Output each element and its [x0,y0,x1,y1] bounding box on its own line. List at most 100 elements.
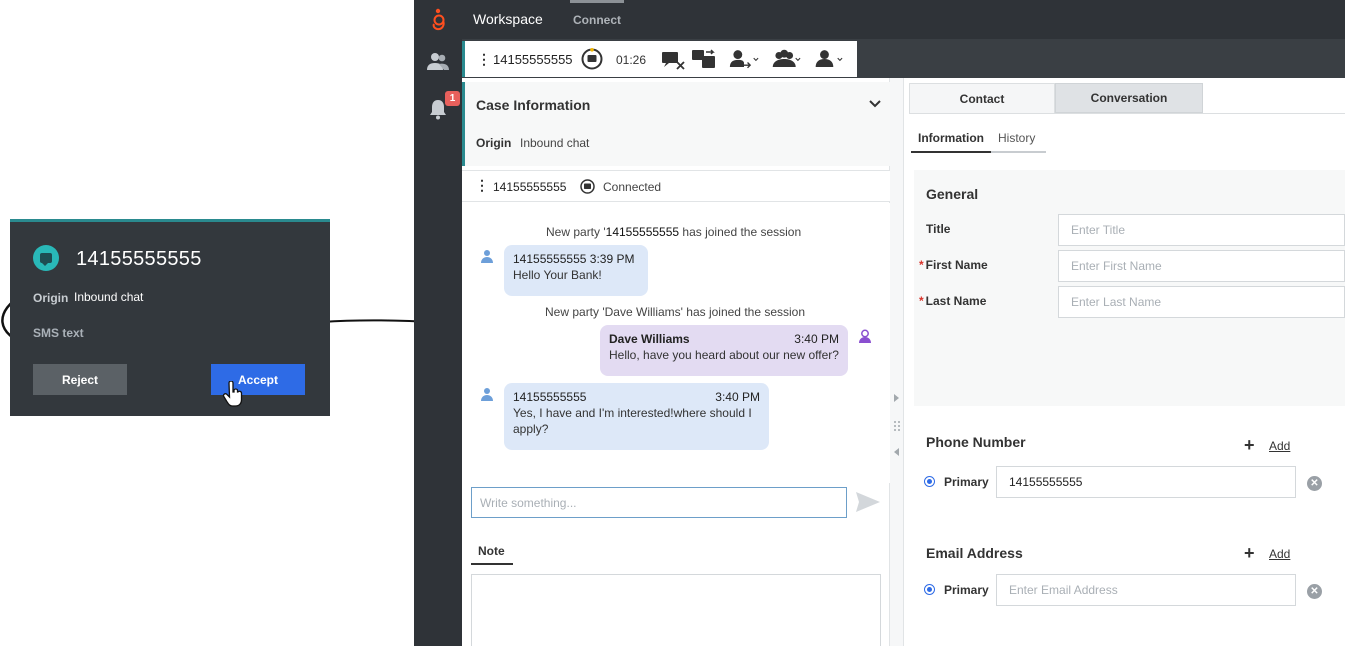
required-marker: * [919,294,924,308]
message-text: Yes, I have and I'm interested!where sho… [513,406,752,436]
phone-number-title: Phone Number [926,434,1026,450]
chat-transcript: New party '14155555555 has joined the se… [462,203,890,483]
message-time: 3:39 PM [589,252,635,266]
first-name-label-text: First Name [925,258,988,272]
subtab-history[interactable]: History [991,131,1046,153]
interaction-toolbar: ⋮ 14155555555 01:26 [462,39,1345,78]
expand-left-icon[interactable] [893,448,900,456]
chat-message-customer: 14155555555 3:39 PM Hello Your Bank! [504,245,648,296]
message-input[interactable] [472,488,846,517]
email-primary-radio[interactable] [924,584,935,595]
add-email-plus-icon[interactable]: + [1244,543,1255,564]
phone-primary-label: Primary [944,475,989,489]
email-primary-label: Primary [944,583,989,597]
first-name-label: * First Name [919,258,988,272]
contact-panel: Contact Conversation Information History… [904,78,1345,646]
message-sender: 14155555555 [513,252,587,266]
last-name-field[interactable]: Enter Last Name [1058,286,1345,318]
message-time: 3:40 PM [794,332,839,346]
general-title: General [926,186,979,202]
drag-handle-icon[interactable] [893,420,901,432]
tab-conversation[interactable]: Conversation [1055,83,1203,113]
toast-origin-value: Inbound chat [74,290,144,304]
party-phone-number: 14155555555 [493,180,567,194]
title-label: Title [926,222,951,236]
subtab-information[interactable]: Information [911,131,991,153]
toast-phone-number: 14155555555 [76,248,202,270]
send-icon[interactable] [855,491,881,513]
last-name-label-text: Last Name [925,294,987,308]
message-text: Hello Your Bank! [513,268,602,282]
last-name-label: * Last Name [919,294,986,308]
transfer-chat-icon[interactable] [689,46,719,72]
phone-field[interactable]: 14155555555 [996,466,1296,498]
message-sender: 14155555555 [513,390,587,404]
case-information-title: Case Information [476,97,591,113]
note-textarea[interactable] [471,574,881,646]
incoming-interaction-toast: 14155555555 Origin Inbound chat SMS text… [10,219,330,416]
top-bar: Workspace Connect [414,0,1345,39]
message-text: Hello, have you heard about our new offe… [609,348,839,362]
chat-message-agent: Dave Williams 3:40 PM Hello, have you hea… [600,325,848,376]
workspace-app: Workspace Connect 1 ⋮ 14155555555 01:26 … [414,0,1345,646]
chat-connected-icon [580,179,595,194]
party-row: ⋮ 14155555555 Connected [462,170,890,202]
general-section: General Title Enter Title * First Name En… [914,170,1345,406]
toast-channel-label: SMS text [33,326,84,340]
email-field[interactable]: Enter Email Address [996,574,1296,606]
chevron-down-icon[interactable] [869,100,881,108]
interaction-bar: ⋮ 14155555555 01:26 [462,41,857,77]
app-title: Workspace [473,11,543,27]
case-origin-label: Origin [476,136,512,150]
email-address-title: Email Address [926,545,1023,561]
message-time: 3:40 PM [715,390,760,404]
contacts-directory-icon[interactable] [426,50,450,74]
system-message-join-agent: New party 'Dave Williams' has joined the… [545,305,806,319]
tabs-divider [909,113,1345,114]
end-chat-icon[interactable] [659,46,689,72]
chat-channel-icon [33,245,59,271]
agent-avatar-icon [859,329,871,343]
genesys-logo-icon [432,8,445,31]
add-phone-plus-icon[interactable]: + [1244,435,1255,456]
toast-origin-label: Origin [33,291,69,305]
title-field[interactable]: Enter Title [1058,214,1345,246]
system-message-prefix: New party ' [546,225,606,239]
interaction-timer: 01:26 [616,53,647,67]
screenshot-root: 14155555555 Origin Inbound chat SMS text… [0,0,1345,646]
first-name-field[interactable]: Enter First Name [1058,250,1345,282]
interaction-panel: Case Information Origin Inbound chat ⋮ 1… [462,78,890,646]
add-phone-link[interactable]: Add [1269,439,1290,453]
tab-note[interactable]: Note [471,542,513,565]
customer-avatar-icon [481,250,493,263]
phone-primary-radio[interactable] [924,476,935,487]
case-information: Case Information Origin Inbound chat [462,82,890,166]
clear-email-icon[interactable]: ✕ [1307,584,1322,599]
message-composer [471,487,847,518]
message-sender: Dave Williams [609,332,690,346]
chat-message-customer: 14155555555 3:40 PM Yes, I have and I'm i… [504,383,769,450]
system-message-number: 14155555555 [605,225,680,239]
tab-contact[interactable]: Contact [909,83,1055,113]
clear-phone-icon[interactable]: ✕ [1307,476,1322,491]
reject-button[interactable]: Reject [33,364,127,395]
interaction-menu-icon[interactable]: ⋮ [477,51,491,68]
panel-splitter[interactable] [890,78,904,646]
tab-connect[interactable]: Connect [567,0,645,39]
instant-transfer-icon[interactable] [729,46,759,72]
required-marker: * [919,258,924,272]
consult-icon[interactable] [813,46,843,72]
tab-connect-label: Connect [573,13,621,27]
system-message-suffix: has joined the session [679,225,802,239]
toolbar-phone-number: 14155555555 [493,52,573,67]
case-origin-value: Inbound chat [520,136,590,150]
party-menu-icon[interactable]: ⋮ [475,177,489,194]
conference-icon[interactable] [771,46,801,72]
party-status: Connected [603,180,662,194]
expand-right-icon[interactable] [893,394,900,402]
add-email-link[interactable]: Add [1269,547,1290,561]
notification-count-badge: 1 [445,91,460,106]
system-message-join-customer: New party '14155555555 has joined the se… [546,225,801,239]
customer-avatar-icon [481,388,493,401]
hand-cursor-icon [222,381,243,407]
